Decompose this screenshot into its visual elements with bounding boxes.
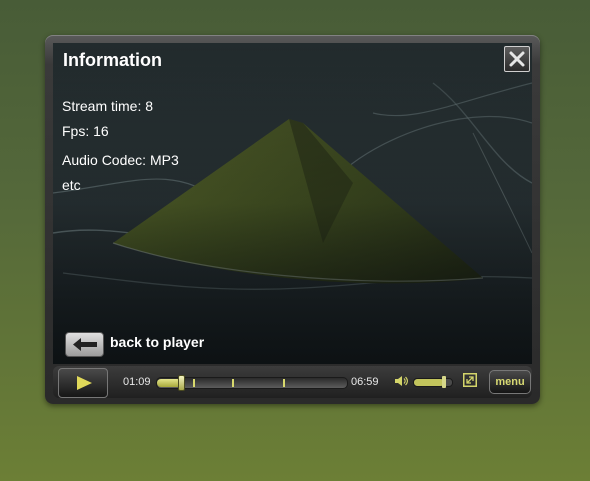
current-time: 01:09 [123, 376, 151, 388]
seek-bar[interactable] [156, 375, 348, 391]
volume-slider[interactable] [413, 376, 453, 388]
video-player: Information Stream time: 8 Fps: 16 Audio… [45, 35, 540, 404]
info-stream-time: Stream time: 8 [62, 98, 154, 114]
info-fps: Fps: 16 [62, 123, 109, 139]
menu-button[interactable]: menu [489, 370, 531, 394]
seek-handle[interactable] [178, 375, 185, 391]
play-icon [77, 376, 92, 390]
back-button[interactable] [65, 332, 104, 357]
fullscreen-icon [463, 373, 477, 387]
video-screen: Information Stream time: 8 Fps: 16 Audio… [53, 43, 532, 364]
volume-handle[interactable] [442, 376, 446, 388]
speaker-icon[interactable] [394, 374, 408, 388]
close-button[interactable] [504, 46, 530, 72]
chapter-marker [232, 379, 234, 387]
play-button[interactable] [58, 368, 108, 398]
info-title: Information [63, 50, 162, 70]
close-icon [509, 51, 525, 67]
back-to-player-link[interactable]: back to player [110, 334, 204, 350]
total-time: 06:59 [351, 376, 379, 388]
volume-level [414, 379, 444, 386]
chapter-marker [193, 379, 195, 387]
info-audio-codec: Audio Codec: MP3 [62, 152, 179, 168]
control-bar: 01:09 06:59 menu [53, 366, 532, 398]
info-overlay [53, 43, 532, 364]
arrow-left-icon [73, 338, 97, 351]
info-etc: etc [62, 177, 81, 193]
fullscreen-button[interactable] [463, 373, 477, 387]
chapter-marker [283, 379, 285, 387]
